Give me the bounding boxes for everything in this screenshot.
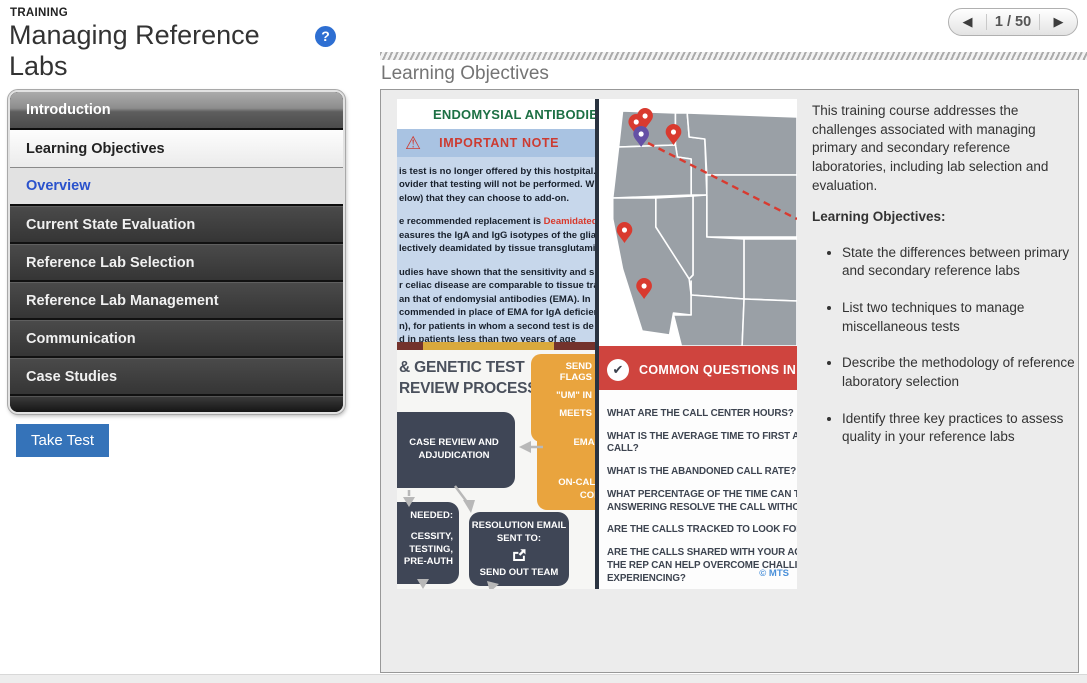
us-west-map (599, 99, 797, 346)
nav-item-label: Communication (26, 331, 136, 347)
take-test-button[interactable]: Take Test (16, 424, 109, 457)
question-item: WHAT IS THE ABANDONED CALL RATE? (607, 466, 797, 479)
intro-paragraph: This training course addresses the chall… (812, 102, 1075, 195)
course-title: Managing Reference Labs (9, 20, 279, 83)
training-eyebrow: TRAINING (10, 7, 68, 19)
nav-item-communication[interactable]: Communication (10, 320, 343, 358)
nav-item-reference-lab-management[interactable]: Reference Lab Management (10, 282, 343, 320)
question-item: WHAT PERCENTAGE OF THE TIME CAN T ANSWER… (607, 489, 797, 514)
important-note-label: IMPORTANT NOTE (439, 136, 559, 150)
collage-document-image: ENDOMYSIAL ANTIBODIE ⚠ IMPORTANT NOTE is… (397, 99, 595, 350)
objective-item: List two techniques to manage miscellane… (842, 299, 1075, 336)
next-page-button[interactable]: ▶ (1040, 14, 1077, 30)
highlighted-term: Deamidated (544, 216, 595, 227)
nav-item-introduction[interactable]: Introduction (10, 92, 343, 130)
common-questions-header: ✔ COMMON QUESTIONS IN (599, 350, 797, 390)
page-navigator: ◀ 1 / 50 ▶ (948, 8, 1078, 36)
document-header: ENDOMYSIAL ANTIBODIE (397, 99, 595, 129)
questions-list: WHAT ARE THE CALL CENTER HOURS? WHAT IS … (607, 408, 797, 589)
nav-item-current-state-evaluation[interactable]: Current State Evaluation (10, 206, 343, 244)
mts-credit: © MTS (759, 568, 789, 579)
objective-item: Identify three key practices to assess q… (842, 410, 1075, 447)
common-questions-title: COMMON QUESTIONS IN (639, 363, 796, 377)
flowchart-arrows (397, 350, 595, 589)
course-nav: Introduction Learning Objectives Overvie… (8, 90, 345, 414)
collage-questions-image: ✔ COMMON QUESTIONS IN WHAT ARE THE CALL … (595, 350, 797, 589)
nav-item-reference-lab-selection[interactable]: Reference Lab Selection (10, 244, 343, 282)
nav-item-overview[interactable]: Overview (10, 168, 343, 206)
nav-item-label: Current State Evaluation (26, 217, 195, 233)
question-item: ARE THE CALLS SHARED WITH YOUR AC THE RE… (607, 547, 797, 585)
important-note-banner: ⚠ IMPORTANT NOTE (397, 129, 595, 157)
document-title: ENDOMYSIAL ANTIBODIE (397, 107, 595, 122)
objectives-heading: Learning Objectives: (812, 208, 1075, 227)
nav-item-case-studies[interactable]: Case Studies (10, 358, 343, 396)
question-item: WHAT IS THE AVERAGE TIME TO FIRST A CALL… (607, 431, 797, 456)
help-icon[interactable]: ? (315, 26, 336, 47)
document-body-text: is test is no longer offered by this hos… (397, 157, 595, 342)
check-circle-icon: ✔ (607, 359, 629, 381)
nav-item-label: Learning Objectives (26, 141, 165, 157)
collage-map-image (595, 99, 797, 350)
document-footer-strip (397, 342, 595, 350)
page-counter: 1 / 50 (987, 14, 1039, 30)
bottom-divider-bar (0, 674, 1087, 683)
prev-page-button[interactable]: ◀ (949, 14, 986, 30)
nav-item-label: Case Studies (26, 369, 117, 385)
question-item: WHAT ARE THE CALL CENTER HOURS? (607, 408, 797, 421)
nav-item-label: Overview (26, 178, 91, 194)
slide-text-column: This training course addresses the chall… (812, 102, 1075, 465)
warning-triangle-icon: ⚠ (405, 134, 421, 152)
question-item: ARE THE CALLS TRACKED TO LOOK FOR (607, 524, 797, 537)
nav-item-label: Reference Lab Management (26, 293, 219, 309)
nav-item-learning-objectives[interactable]: Learning Objectives (10, 130, 343, 168)
page-title: Learning Objectives (381, 63, 549, 85)
objective-item: Describe the methodology of reference la… (842, 354, 1075, 391)
objective-item: State the differences between primary an… (842, 244, 1075, 281)
hatched-divider (380, 52, 1087, 60)
collage-flowchart-image: & GENETIC TEST REVIEW PROCESS SEND FLAGS… (397, 350, 595, 589)
nav-footer-bar (10, 396, 343, 412)
nav-item-label: Reference Lab Selection (26, 255, 194, 271)
nav-item-label: Introduction (26, 102, 111, 118)
objectives-list: State the differences between primary an… (842, 244, 1075, 447)
training-app: TRAINING Managing Reference Labs ? Intro… (0, 0, 1087, 683)
